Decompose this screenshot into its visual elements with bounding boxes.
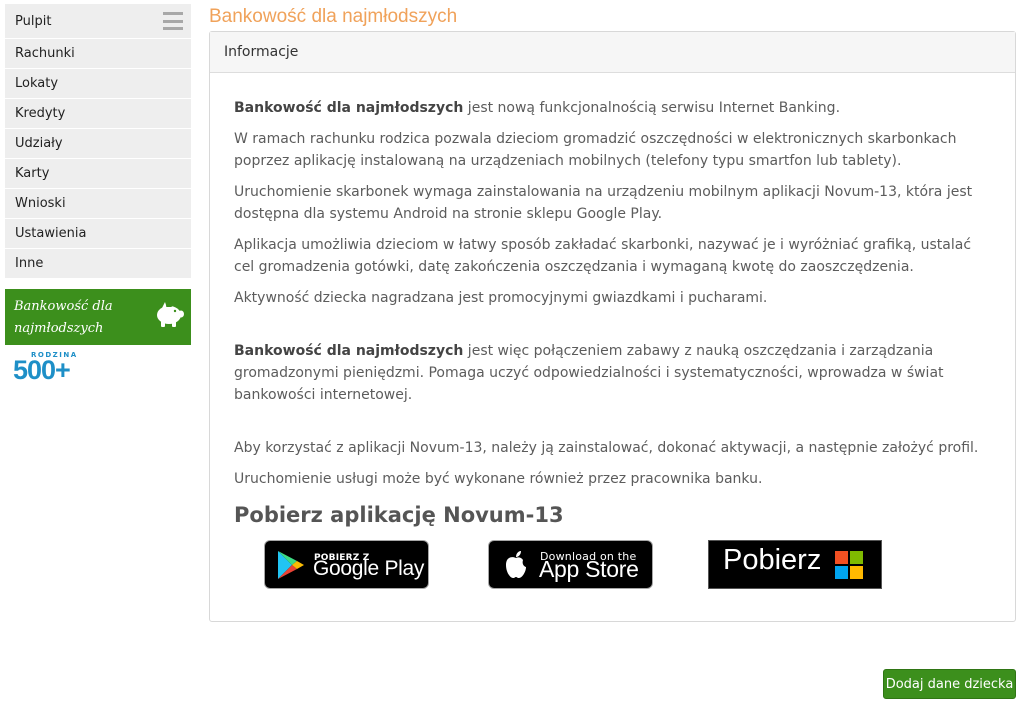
piggy-bank-icon [157,302,184,327]
microsoft-store-badge[interactable]: Pobierz [708,540,882,589]
paragraph-rewards: Aktywność dziecka nagradzana jest promoc… [234,290,768,306]
rodzina-500-logo: RODZINA 500+ [13,351,83,385]
google-play-badge[interactable]: POBIERZ Z Google Play [264,540,429,589]
paragraph-summary: Bankowość dla najmłodszych jest więc poł… [234,340,991,406]
paragraph-instructions: Aby korzystać z aplikacji Novum-13, nale… [234,440,979,456]
badge-store-name: App Store [539,556,639,582]
panel-body: Bankowość dla najmłodszych jest nową fun… [210,73,1015,590]
google-play-icon [278,551,304,579]
sidebar-item-label: Udziały [15,136,63,151]
bold-term: Bankowość dla najmłodszych [234,100,464,116]
sidebar-item-wnioski[interactable]: Wnioski [5,189,191,219]
sidebar-menu: Pulpit Rachunki Lokaty Kredyty Udziały K… [5,4,191,279]
sidebar-item-rachunki[interactable]: Rachunki [5,39,191,69]
badge-store-name: Google Play [313,557,425,580]
sidebar-item-lokaty[interactable]: Lokaty [5,69,191,99]
sidebar-item-label: Inne [15,256,44,271]
kids-banking-label: Bankowość dla najmłodszych [14,299,113,336]
apple-icon [506,551,526,578]
kids-banking-link[interactable]: Bankowość dla najmłodszych [5,289,191,345]
badge-store-name: Pobierz [723,544,822,576]
store-badges: POBIERZ Z Google Play Download on the Ap… [234,540,991,590]
paragraph-text: jest nową funkcjonalnością serwisu Inter… [463,100,841,116]
sidebar-item-label: Lokaty [15,76,59,91]
sidebar-item-pulpit[interactable]: Pulpit [5,4,191,39]
sidebar-item-inne[interactable]: Inne [5,249,191,279]
windows-icon [835,551,863,579]
page-title: Bankowość dla najmłodszych [209,6,458,27]
sidebar-item-label: Karty [15,166,50,181]
sidebar-item-udzialy[interactable]: Udziały [5,129,191,159]
bold-term: Bankowość dla najmłodszych [234,343,464,359]
sidebar-item-kredyty[interactable]: Kredyty [5,99,191,129]
logo-500-number: 500+ [13,355,71,385]
app-store-badge[interactable]: Download on the App Store [488,540,653,589]
sidebar-item-karty[interactable]: Karty [5,159,191,189]
download-title: Pobierz aplikację Novum-13 [234,503,564,527]
panel-heading: Informacje [210,32,1015,73]
sidebar-item-label: Pulpit [15,14,52,29]
sidebar-item-label: Rachunki [15,46,75,61]
sidebar-item-ustawienia[interactable]: Ustawienia [5,219,191,249]
info-panel: Informacje Bankowość dla najmłodszych je… [209,31,1016,622]
sidebar-item-label: Kredyty [15,106,66,121]
paragraph-requirements: Uruchomienie skarbonek wymaga zainstalow… [234,184,973,222]
add-child-data-button[interactable]: Dodaj dane dziecka [883,669,1016,699]
sidebar: Pulpit Rachunki Lokaty Kredyty Udziały K… [5,4,191,385]
paragraph-description: W ramach rachunku rodzica pozwala dzieci… [234,131,957,169]
hamburger-icon[interactable] [163,12,183,30]
paragraph-intro: Bankowość dla najmłodszych jest nową fun… [234,97,991,119]
paragraph-features: Aplikacja umożliwia dzieciom w łatwy spo… [234,237,972,275]
sidebar-item-label: Ustawienia [15,226,87,241]
paragraph-bank-staff: Uruchomienie usługi może być wykonane ró… [234,471,763,487]
sidebar-item-label: Wnioski [15,196,66,211]
